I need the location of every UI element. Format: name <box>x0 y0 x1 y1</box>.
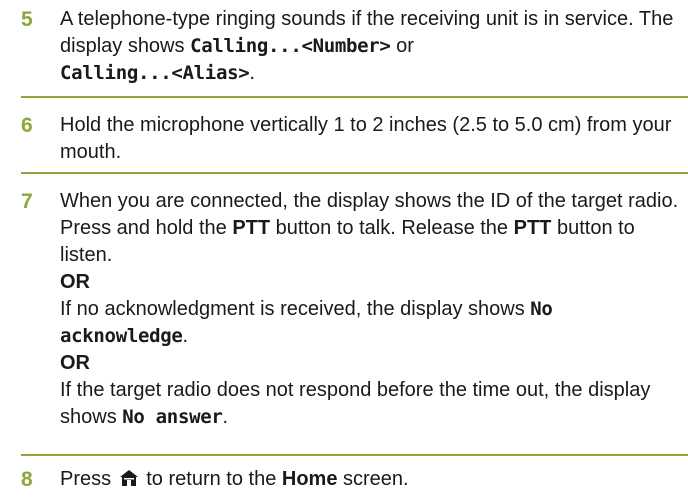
step-text: A telephone-type ringing sounds if the r… <box>60 6 686 87</box>
step-7-paragraph-1: When you are connected, the display show… <box>60 188 686 269</box>
step-7-paragraph-3: If the target radio does not respond bef… <box>60 377 686 431</box>
step-5-period: . <box>249 62 255 84</box>
or-label: OR <box>60 352 90 374</box>
step-7-period: . <box>222 406 229 428</box>
ptt-label: PTT <box>232 217 271 239</box>
display-text-calling-alias: Calling...<Alias> <box>60 62 250 84</box>
ptt-label: PTT <box>513 217 552 239</box>
step-text: Hold the microphone vertically 1 to 2 in… <box>60 114 672 163</box>
divider <box>21 96 688 98</box>
display-text-no-answer: No answer <box>122 406 223 428</box>
step-number: 6 <box>21 114 33 137</box>
step-text: When you are connected, the display show… <box>60 188 686 431</box>
step-8-text: screen. <box>337 468 409 490</box>
step-5-or: or <box>390 35 414 57</box>
step-8-text: Press <box>60 468 117 490</box>
or-label: OR <box>60 271 90 293</box>
step-number: 5 <box>21 8 33 31</box>
step-7-text: button to talk. Release the <box>270 217 514 239</box>
divider <box>21 454 688 456</box>
step-number: 7 <box>21 190 33 213</box>
display-text-calling-number: Calling...<Number> <box>190 35 391 57</box>
divider <box>21 172 688 174</box>
home-screen-label: Home <box>281 468 338 490</box>
step-8-text: to return to the <box>140 468 282 490</box>
home-icon <box>119 468 139 486</box>
step-7-text: If no acknowledgment is received, the di… <box>60 298 531 320</box>
step-7-paragraph-2: If no acknowledgment is received, the di… <box>60 296 686 350</box>
step-number: 8 <box>21 468 33 491</box>
step-7-period: . <box>182 325 189 347</box>
step-text: Press to return to the Home screen. <box>60 466 686 493</box>
